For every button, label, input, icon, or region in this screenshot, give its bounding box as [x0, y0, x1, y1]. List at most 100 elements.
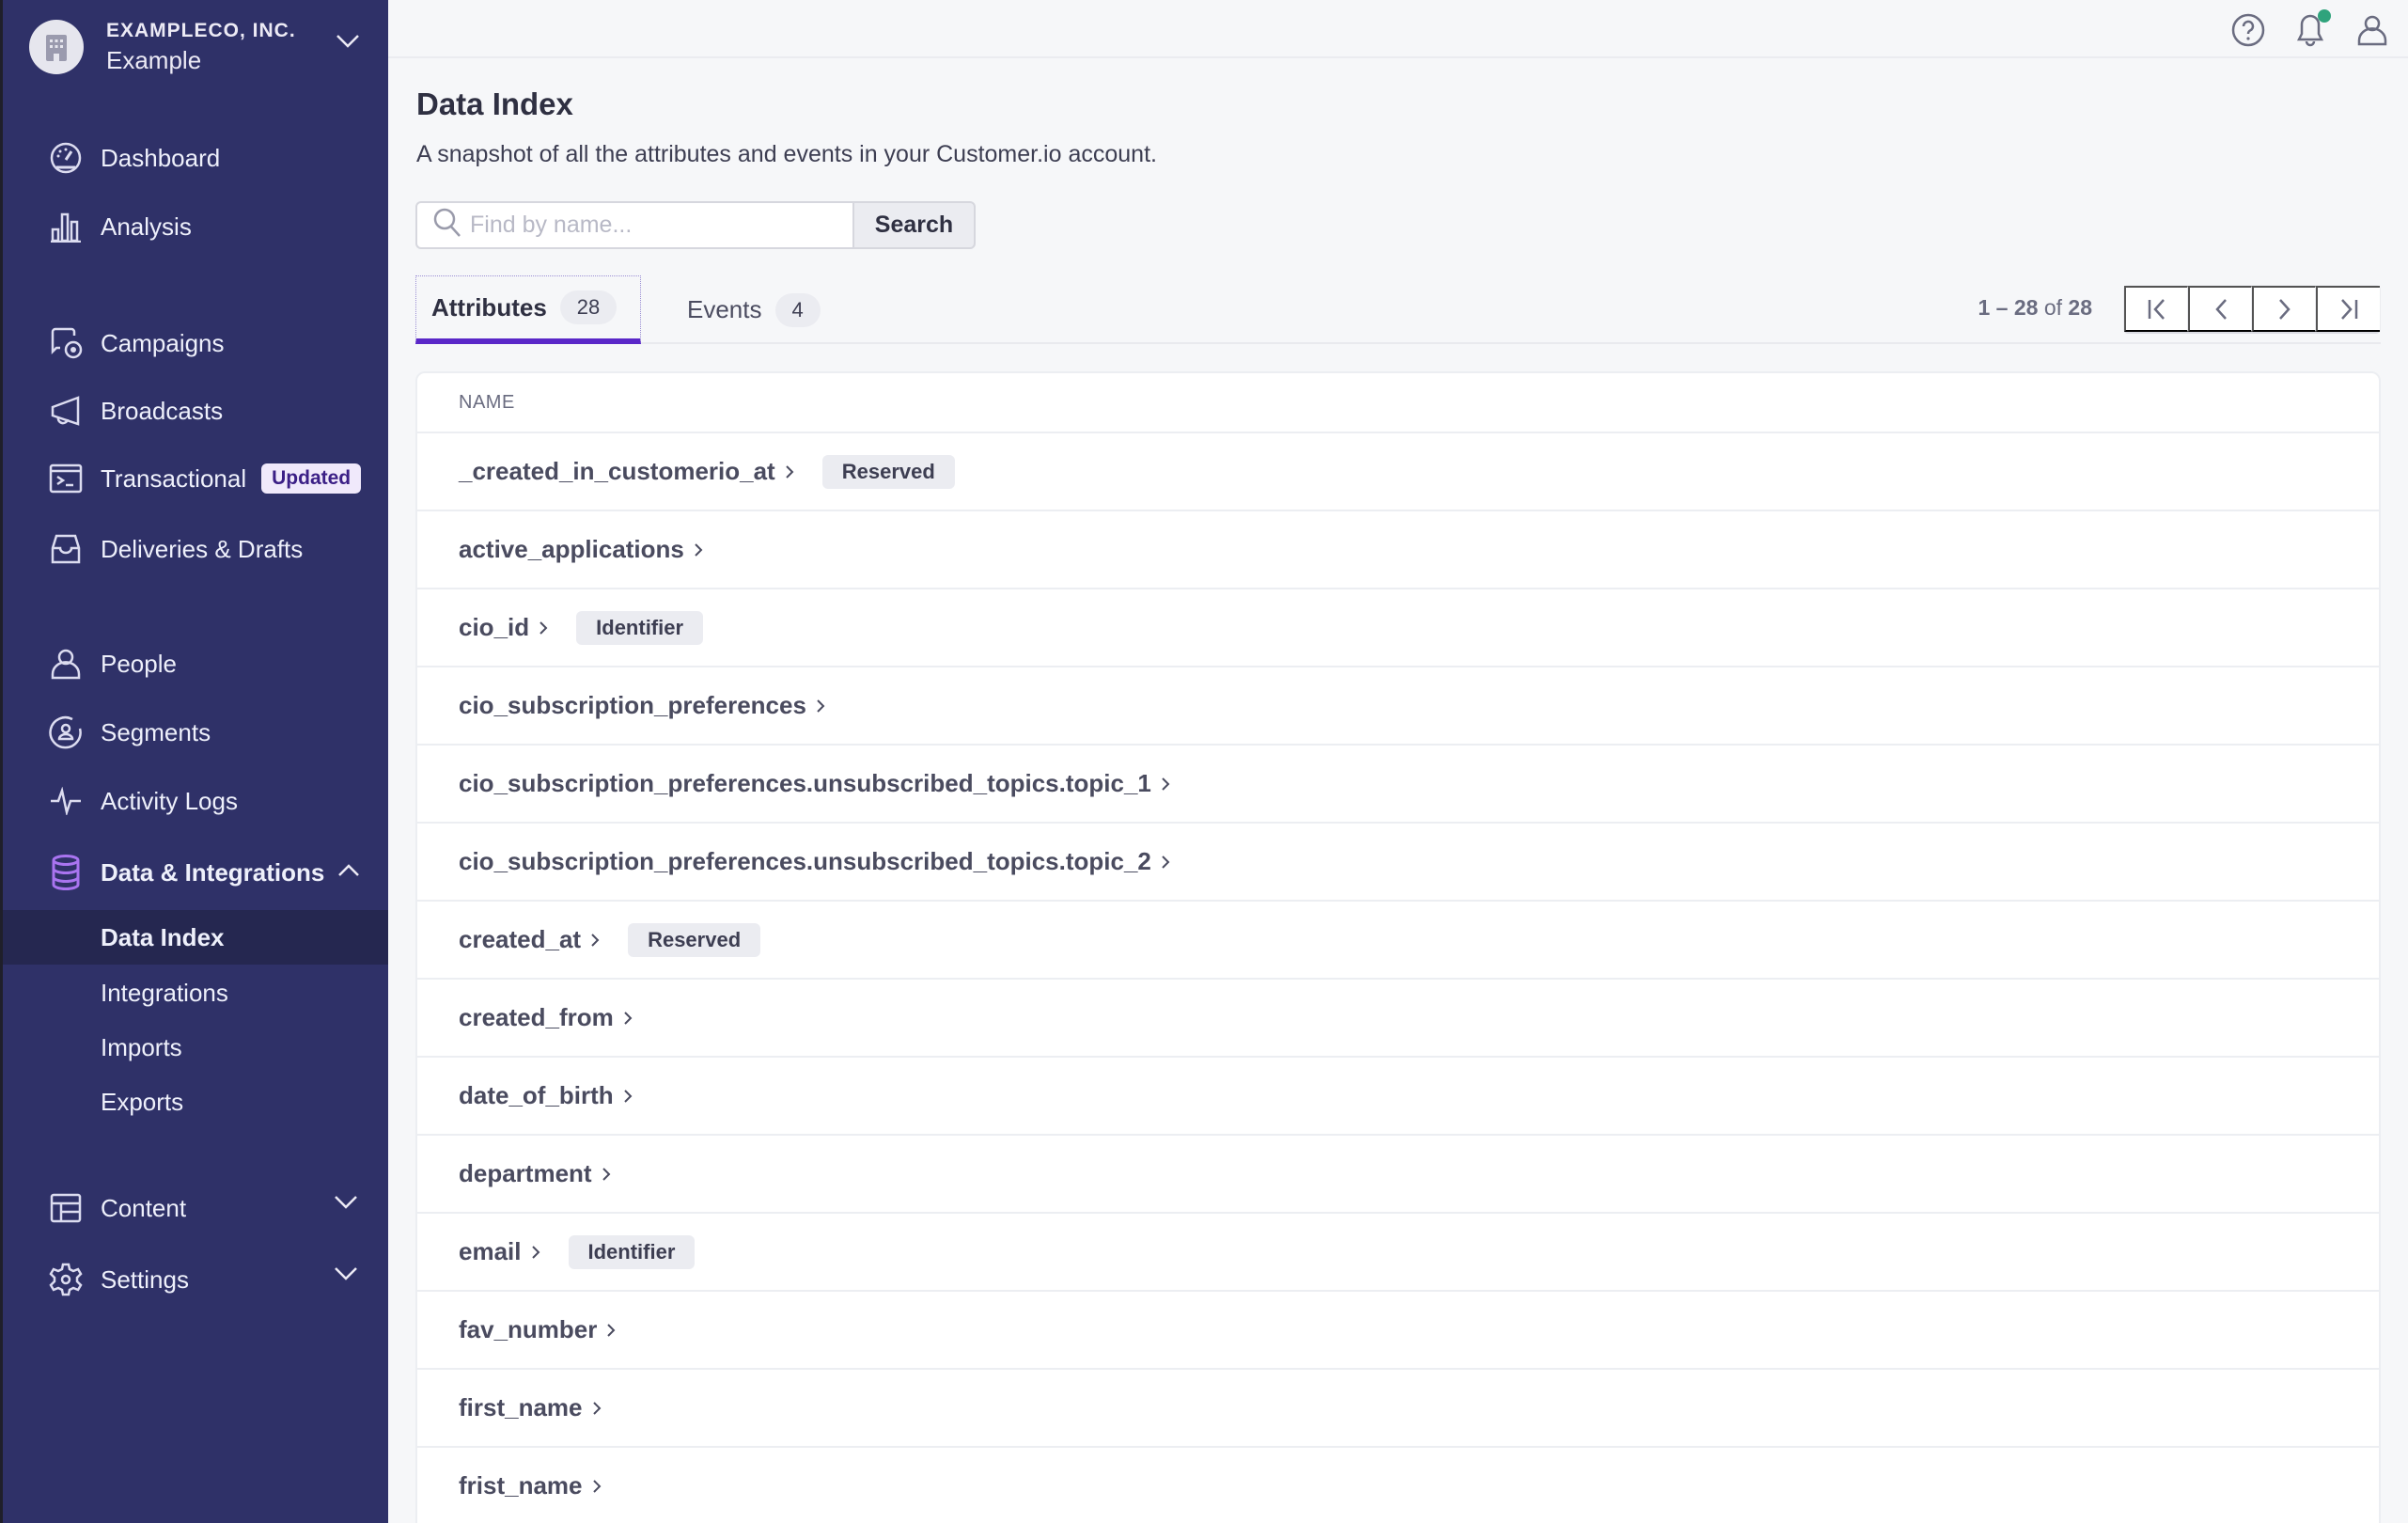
attribute-name-link[interactable]: created_at — [459, 925, 581, 954]
search-icon — [432, 207, 462, 243]
sidebar-item-label: Transactional — [101, 463, 247, 493]
org-workspace: Example — [106, 45, 202, 74]
attribute-name-link[interactable]: active_applications — [459, 535, 684, 564]
sidebar-subitem-integrations[interactable]: Integrations — [3, 966, 388, 1020]
attribute-name-link[interactable]: frist_name — [459, 1471, 583, 1500]
next-page-button[interactable] — [2252, 286, 2316, 332]
sidebar-item-content[interactable]: Content — [48, 1185, 367, 1231]
page-subtitle: A snapshot of all the attributes and eve… — [416, 141, 1157, 167]
sidebar-item-segments[interactable]: Segments — [48, 710, 367, 755]
chevron-right-icon — [606, 1323, 616, 1338]
chevron-right-icon — [602, 1167, 611, 1182]
last-page-button[interactable] — [2316, 286, 2380, 332]
attribute-name-link[interactable]: email — [459, 1237, 522, 1266]
chevron-right-icon — [2278, 298, 2291, 320]
table-row: first_name — [417, 1370, 2379, 1448]
attribute-tag: Reserved — [821, 454, 955, 489]
attributes-table: NAME _created_in_customerio_at Reserved ac… — [415, 371, 2381, 1523]
chevron-right-icon — [590, 933, 600, 948]
chevron-up-icon — [337, 863, 360, 882]
building-icon — [29, 20, 84, 74]
sidebar-item-label: Campaigns — [101, 328, 225, 357]
sidebar-item-deliveries-drafts[interactable]: Deliveries & Drafts — [48, 526, 367, 572]
column-header-name: NAME — [417, 373, 2379, 433]
sidebar-item-data-integrations[interactable]: Data & Integrations — [48, 850, 367, 895]
chevron-down-icon — [336, 34, 360, 54]
sidebar-item-label: Segments — [101, 717, 211, 746]
attribute-name-link[interactable]: first_name — [459, 1393, 583, 1422]
org-switcher[interactable]: EXAMPLECO, INC. Example — [29, 19, 367, 75]
attribute-name-link[interactable]: fav_number — [459, 1315, 597, 1344]
chevron-right-icon — [623, 1011, 633, 1026]
sidebar-subitem-data-index[interactable]: Data Index — [3, 910, 388, 965]
attribute-name-link[interactable]: cio_subscription_preferences.unsubscribe… — [459, 769, 1151, 798]
sidebar-item-label: Data & Integrations — [101, 857, 325, 887]
chevron-right-icon — [1161, 777, 1170, 792]
sidebar-item-transactional[interactable]: Transactional Updated — [48, 456, 367, 501]
sidebar-item-label: Dashboard — [101, 143, 221, 172]
sidebar-item-dashboard[interactable]: Dashboard — [48, 135, 367, 181]
table-row: created_at Reserved — [417, 902, 2379, 980]
table-row: department — [417, 1136, 2379, 1214]
tab-attributes[interactable]: Attributes 28 — [415, 275, 641, 344]
org-company: EXAMPLECO, INC. — [106, 19, 296, 41]
attribute-name-link[interactable]: cio_subscription_preferences.unsubscribe… — [459, 847, 1151, 876]
table-row: email Identifier — [417, 1214, 2379, 1292]
search-field — [415, 201, 852, 249]
sidebar-item-people[interactable]: People — [48, 641, 367, 686]
table-row: date_of_birth — [417, 1058, 2379, 1136]
sidebar-item-label: Analysis — [101, 212, 192, 241]
sidebar-item-activity-logs[interactable]: Activity Logs — [48, 778, 367, 824]
sidebar: EXAMPLECO, INC. Example Dashboard Analys… — [0, 0, 388, 1523]
attribute-name-link[interactable]: department — [459, 1159, 592, 1188]
inbox-icon — [48, 531, 84, 567]
tab-events[interactable]: Events 4 — [687, 275, 821, 344]
sidebar-item-label: Content — [101, 1193, 187, 1222]
chevron-right-icon — [539, 620, 548, 636]
attribute-name-link[interactable]: cio_id — [459, 613, 529, 642]
table-row: _created_in_customerio_at Reserved — [417, 433, 2379, 511]
chevron-right-icon — [592, 1401, 602, 1416]
attribute-tag: Identifier — [576, 610, 704, 645]
sidebar-subitem-exports[interactable]: Exports — [3, 1075, 388, 1129]
search-button[interactable]: Search — [852, 201, 976, 249]
chevron-right-icon — [592, 1479, 602, 1494]
prev-page-button[interactable] — [2188, 286, 2252, 332]
attribute-name-link[interactable]: created_from — [459, 1003, 614, 1032]
sidebar-item-label: People — [101, 649, 177, 678]
first-page-button[interactable] — [2124, 286, 2188, 332]
gauge-icon — [48, 140, 84, 176]
chevron-right-icon — [694, 542, 703, 557]
pagination-controls — [2123, 285, 2381, 334]
chevron-right-icon — [623, 1089, 633, 1104]
pulse-icon — [48, 783, 84, 819]
sidebar-item-broadcasts[interactable]: Broadcasts — [48, 388, 367, 433]
sidebar-subitem-imports[interactable]: Imports — [3, 1020, 388, 1075]
last-page-icon — [2341, 298, 2358, 320]
sidebar-item-label: Settings — [101, 1264, 189, 1294]
layout-icon — [48, 1190, 84, 1226]
attribute-tag: Identifier — [568, 1234, 696, 1269]
table-row: cio_subscription_preferences — [417, 667, 2379, 746]
chevron-down-icon — [334, 1195, 358, 1215]
notifications-bell-icon[interactable] — [2291, 9, 2331, 49]
table-row: cio_subscription_preferences.unsubscribe… — [417, 824, 2379, 902]
sidebar-item-settings[interactable]: Settings — [48, 1257, 367, 1302]
chevron-right-icon — [1161, 855, 1170, 870]
megaphone-icon — [48, 393, 84, 429]
sidebar-item-label: Activity Logs — [101, 786, 238, 815]
attribute-name-link[interactable]: date_of_birth — [459, 1081, 614, 1110]
search-input[interactable] — [470, 212, 827, 239]
tab-count: 28 — [559, 290, 618, 324]
first-page-icon — [2148, 298, 2165, 320]
sidebar-item-campaigns[interactable]: Campaigns — [48, 321, 367, 366]
user-profile-icon[interactable] — [2353, 11, 2391, 49]
sidebar-item-analysis[interactable]: Analysis — [48, 204, 367, 249]
topbar — [388, 0, 2408, 58]
chevron-left-icon — [2214, 298, 2227, 320]
gear-icon — [48, 1262, 84, 1297]
help-icon[interactable] — [2229, 11, 2267, 49]
attribute-name-link[interactable]: _created_in_customerio_at — [459, 457, 775, 486]
chevron-down-icon — [334, 1266, 358, 1286]
attribute-name-link[interactable]: cio_subscription_preferences — [459, 691, 806, 720]
